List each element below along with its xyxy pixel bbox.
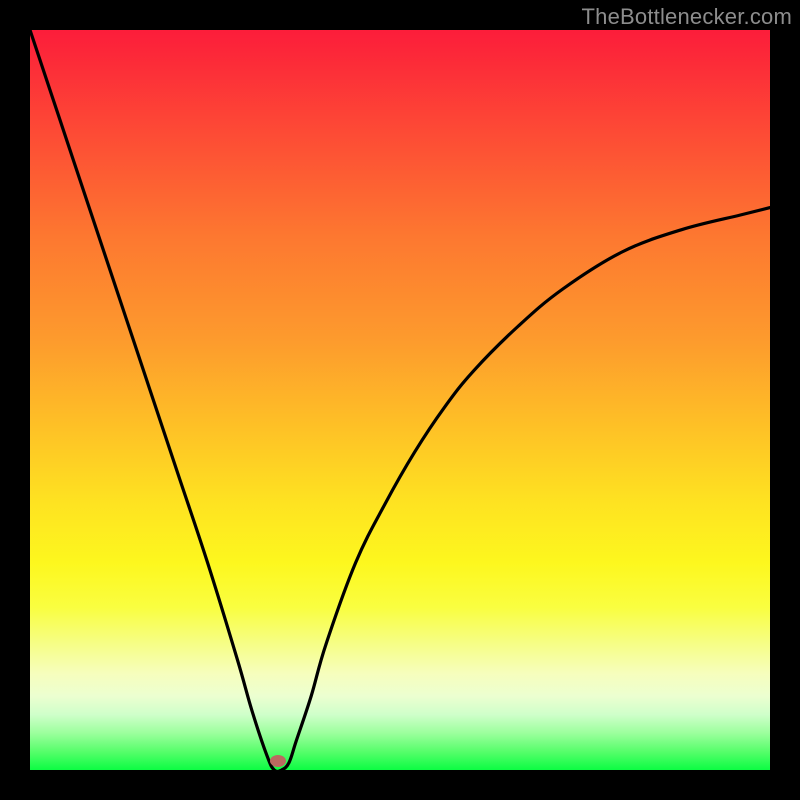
watermark-text: TheBottlenecker.com (582, 4, 792, 30)
optimum-marker (270, 755, 286, 767)
plot-area (30, 30, 770, 770)
chart-frame: TheBottlenecker.com (0, 0, 800, 800)
bottleneck-curve (30, 30, 770, 770)
curve-layer (30, 30, 770, 770)
